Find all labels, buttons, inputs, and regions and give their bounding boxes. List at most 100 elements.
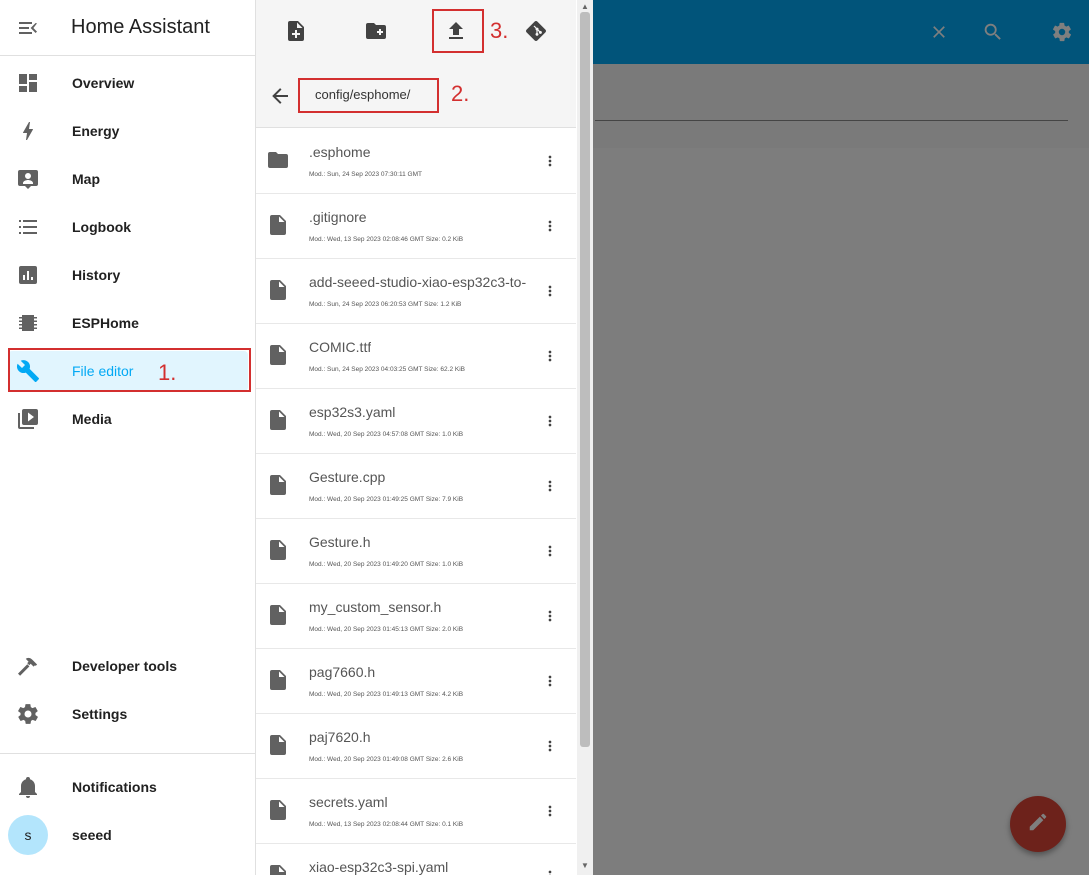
file-row[interactable]: add-seeed-studio-xiao-esp32c3-to- Mod.: S… [256,259,576,324]
file-meta: Mod.: Wed, 13 Sep 2023 02:08:46 GMT Size… [309,236,464,243]
file-browser-panel: config/esphome/ .esphome Mod.: Sun, 24 Se… [256,0,593,875]
file-code-icon [266,798,290,822]
dots-vertical-icon[interactable] [542,738,558,754]
file-code-icon [266,278,290,302]
dots-vertical-icon[interactable] [542,218,558,234]
sidebar-item-label: History [72,267,121,283]
sidebar-item-label: Energy [72,123,120,139]
sidebar-item-history[interactable]: History [8,255,248,295]
new-file-button[interactable] [282,19,310,47]
sidebar-item-esphome[interactable]: ESPHome [8,303,248,343]
file-name: .esphome [309,144,371,160]
dots-vertical-icon[interactable] [542,803,558,819]
sidebar-item-developer-tools[interactable]: Developer tools [8,646,248,686]
dots-vertical-icon[interactable] [542,413,558,429]
file-name: pag7660.h [309,664,376,680]
file-row[interactable]: pag7660.h Mod.: Wed, 20 Sep 2023 01:49:13… [256,649,576,714]
annotation-box-file-editor [8,348,251,392]
annotation-number-2: 2. [451,81,470,106]
sidebar-item-user[interactable]: seeed [8,815,248,855]
dots-vertical-icon[interactable] [542,348,558,364]
sidebar-item-overview[interactable]: Overview [8,63,248,103]
dots-vertical-icon[interactable] [542,868,558,875]
sidebar-item-label: seeed [72,827,112,843]
sidebar-item-label: Developer tools [72,658,178,674]
file-row[interactable]: .esphome Mod.: Sun, 24 Sep 2023 07:30:11 … [256,129,576,194]
dots-vertical-icon[interactable] [542,543,558,559]
file-name: add-seeed-studio-xiao-esp32c3-to- [309,274,527,290]
git-button[interactable] [522,19,550,47]
sidebar-divider [0,753,256,754]
file-row[interactable]: Gesture.h Mod.: Wed, 20 Sep 2023 01:49:20… [256,519,576,584]
annotation-number-3: 3. [490,18,509,43]
sidebar-item-map[interactable]: Map [8,159,248,199]
file-name: my_custom_sensor.h [309,599,442,615]
new-folder-button[interactable] [362,19,390,47]
sidebar-item-label: Notifications [72,779,157,795]
sidebar-item-settings[interactable]: Settings [8,694,248,734]
file-meta: Mod.: Wed, 13 Sep 2023 02:08:44 GMT Size… [309,821,464,828]
folder-icon [266,148,290,172]
lightning-icon [16,119,40,143]
file-icon [266,213,290,237]
sidebar-item-label: Media [72,411,112,427]
list-icon [16,215,40,239]
hammer-icon [16,654,40,678]
file-name: xiao-esp32c3-spi.yaml [309,859,449,875]
file-row[interactable]: COMIC.ttf Mod.: Sun, 24 Sep 2023 04:03:25… [256,324,576,389]
menu-collapse-icon[interactable] [16,16,40,40]
dots-vertical-icon[interactable] [542,608,558,624]
file-plus-icon [284,19,308,48]
file-row[interactable]: my_custom_sensor.h Mod.: Wed, 20 Sep 2023… [256,584,576,649]
dots-vertical-icon[interactable] [542,153,558,169]
file-meta: Mod.: Wed, 20 Sep 2023 01:49:13 GMT Size… [309,691,464,698]
file-name: .gitignore [309,209,367,225]
annotation-box-path [298,78,439,113]
sidebar-item-logbook[interactable]: Logbook [8,207,248,247]
file-list: .esphome Mod.: Sun, 24 Sep 2023 07:30:11 … [256,129,576,875]
file-meta: Mod.: Wed, 20 Sep 2023 01:49:20 GMT Size… [309,561,464,568]
sidebar-header: Home Assistant [0,0,256,56]
file-meta: Mod.: Wed, 20 Sep 2023 01:49:25 GMT Size… [309,496,464,503]
file-row[interactable]: .gitignore Mod.: Wed, 13 Sep 2023 02:08:4… [256,194,576,259]
map-account-icon [16,167,40,191]
sidebar-item-media[interactable]: Media [8,399,248,439]
scrollbar-thumb[interactable] [580,12,590,747]
sidebar-item-energy[interactable]: Energy [8,111,248,151]
git-icon [524,19,548,48]
dots-vertical-icon[interactable] [542,283,558,299]
scrollbar[interactable]: ▲ ▼ [577,0,593,875]
play-box-multiple-icon [16,407,40,431]
file-icon [266,668,290,692]
file-icon [266,343,290,367]
file-name: esp32s3.yaml [309,404,396,420]
file-row[interactable]: Gesture.cpp Mod.: Wed, 20 Sep 2023 01:49:… [256,454,576,519]
file-icon [266,733,290,757]
arrow-left-icon[interactable] [268,84,292,108]
folder-plus-icon [364,19,388,48]
file-name: secrets.yaml [309,794,388,810]
sidebar-item-label: ESPHome [72,315,139,331]
file-row[interactable]: paj7620.h Mod.: Wed, 20 Sep 2023 01:49:08… [256,714,576,779]
file-row[interactable]: secrets.yaml Mod.: Wed, 13 Sep 2023 02:08… [256,779,576,844]
file-meta: Mod.: Wed, 20 Sep 2023 01:45:13 GMT Size… [309,626,464,633]
scroll-up-arrow-icon[interactable]: ▲ [581,2,589,11]
file-code-icon [266,863,290,875]
file-row[interactable]: xiao-esp32c3-spi.yaml [256,844,576,875]
file-icon [266,473,290,497]
chart-box-icon [16,263,40,287]
annotation-box-upload [432,9,484,53]
dots-vertical-icon[interactable] [542,673,558,689]
file-code-icon [266,408,290,432]
file-browser-toolbar [256,0,576,64]
file-meta: Mod.: Sun, 24 Sep 2023 04:03:25 GMT Size… [309,366,465,373]
sidebar-item-notifications[interactable]: Notifications [8,767,248,807]
dots-vertical-icon[interactable] [542,478,558,494]
scroll-down-arrow-icon[interactable]: ▼ [581,861,589,870]
sidebar: Home Assistant Overview Energy Map Logbo… [0,0,256,875]
file-name: Gesture.cpp [309,469,386,485]
sidebar-item-label: Overview [72,75,135,91]
file-row[interactable]: esp32s3.yaml Mod.: Wed, 20 Sep 2023 04:57… [256,389,576,454]
file-meta: Mod.: Wed, 20 Sep 2023 04:57:08 GMT Size… [309,431,464,438]
file-meta: Mod.: Wed, 20 Sep 2023 01:49:08 GMT Size… [309,756,464,763]
